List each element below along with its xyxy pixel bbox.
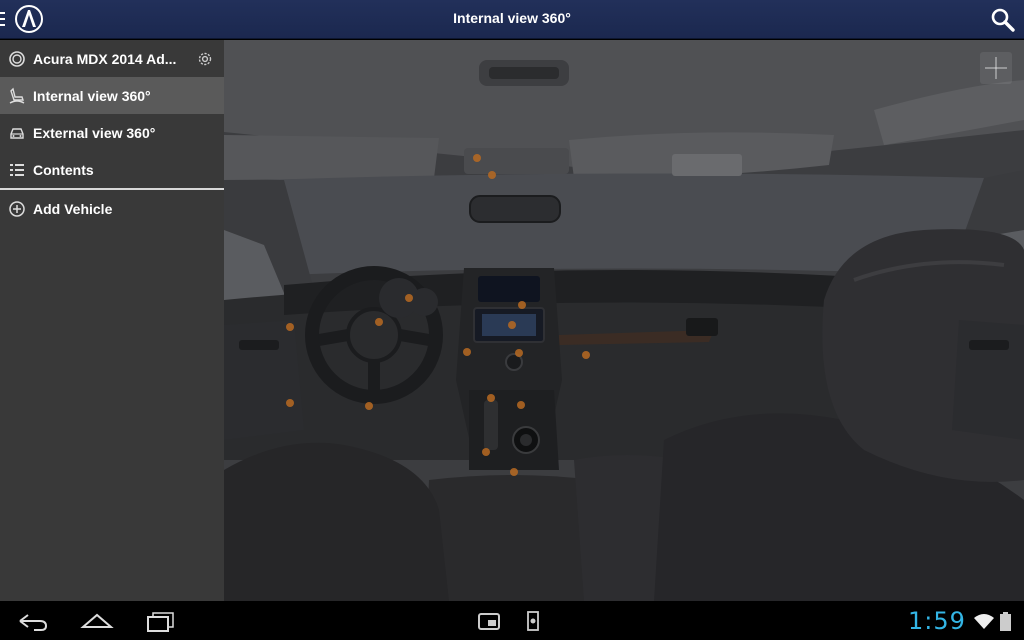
clock: 1:59 <box>908 607 966 635</box>
search-icon[interactable] <box>990 7 1016 33</box>
page-title: Internal view 360° <box>453 10 571 26</box>
plus-circle-icon <box>9 200 25 217</box>
drawer-item-contents[interactable]: Contents <box>0 151 224 188</box>
back-icon[interactable] <box>16 609 50 633</box>
plus-icon[interactable] <box>980 52 1012 84</box>
app-window: Internal view 360° Acura MDX 2014 Ad... … <box>0 0 1024 640</box>
wifi-icon <box>974 614 994 629</box>
recents-icon[interactable] <box>144 609 178 633</box>
usb-icon[interactable] <box>522 609 544 633</box>
seat-icon <box>9 87 25 104</box>
interior-panorama-image[interactable] <box>224 40 1024 601</box>
home-icon[interactable] <box>80 609 114 633</box>
add-vehicle-button[interactable]: Add Vehicle <box>0 190 224 227</box>
vehicle-radio-icon <box>9 50 25 67</box>
battery-icon <box>1000 612 1011 631</box>
add-vehicle-label: Add Vehicle <box>33 200 113 217</box>
action-bar: Internal view 360° <box>0 0 1024 39</box>
vehicle-selector[interactable]: Acura MDX 2014 Ad... <box>0 40 224 77</box>
drawer-item-label: Internal view 360° <box>33 87 151 104</box>
system-navigation-bar: 1:59 <box>0 601 1024 640</box>
screenshot-icon[interactable] <box>474 609 504 633</box>
drawer-item-external-view[interactable]: External view 360° <box>0 114 224 151</box>
vehicle-name: Acura MDX 2014 Ad... <box>33 50 177 67</box>
navigation-drawer: Acura MDX 2014 Ad... Internal view 360° … <box>0 40 224 601</box>
interior-360-viewer[interactable] <box>224 40 1024 601</box>
list-icon <box>10 163 24 176</box>
drawer-item-internal-view[interactable]: Internal view 360° <box>0 77 224 114</box>
car-icon <box>10 127 24 139</box>
drawer-item-label: External view 360° <box>33 124 156 141</box>
gear-icon[interactable] <box>196 50 214 68</box>
drawer-item-label: Contents <box>33 161 94 178</box>
